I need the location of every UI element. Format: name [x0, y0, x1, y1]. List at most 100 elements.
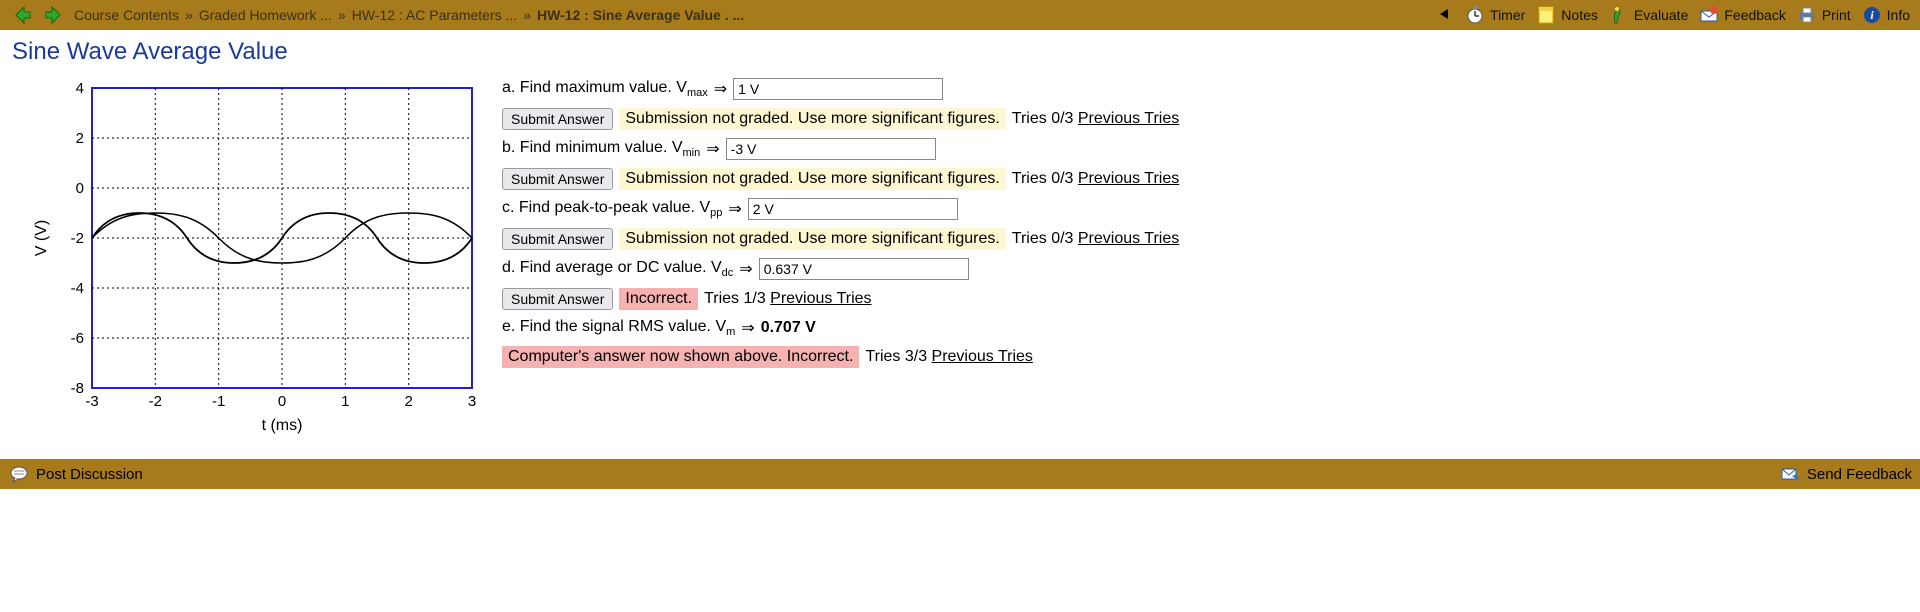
answer-shown-e: 0.707 V — [761, 319, 816, 337]
nav-forward-button[interactable] — [40, 1, 68, 29]
question-a: a. Find maximum value. Vmax ⇒ — [502, 78, 1908, 100]
arrow-icon: ⇒ — [714, 79, 727, 99]
send-feedback-button[interactable]: Send Feedback — [1779, 463, 1912, 485]
tries-d: Tries 1/3 Previous Tries — [704, 290, 871, 308]
evaluate-label: Evaluate — [1634, 7, 1688, 23]
question-b: b. Find minimum value. Vmin ⇒ — [502, 138, 1908, 160]
sine-graph: 4 2 0 -2 -4 -6 -8 -3 -2 -1 0 1 2 3 — [12, 78, 482, 438]
xtick-3: 0 — [278, 393, 286, 410]
previous-tries-a[interactable]: Previous Tries — [1078, 110, 1179, 127]
ytick-4: -4 — [71, 280, 84, 297]
breadcrumb-item-2[interactable]: HW-12 : AC Parameters ... — [352, 7, 517, 23]
breadcrumb-item-0[interactable]: Course Contents — [74, 7, 179, 23]
discussion-icon — [8, 463, 30, 485]
prompt-d: d. Find average or DC value. Vdc — [502, 259, 733, 279]
notes-icon — [1535, 4, 1557, 26]
answer-input-c[interactable] — [748, 198, 958, 220]
prompt-b: b. Find minimum value. Vmin — [502, 139, 700, 159]
toolbar-play-icon[interactable] — [1438, 7, 1452, 24]
tries-b: Tries 0/3 Previous Tries — [1012, 170, 1179, 188]
arrow-icon: ⇒ — [739, 259, 752, 279]
page-title: Sine Wave Average Value — [0, 30, 1920, 78]
bottom-toolbar: Post Discussion Send Feedback — [0, 459, 1920, 489]
x-axis-label: t (ms) — [262, 417, 303, 434]
send-feedback-icon — [1779, 463, 1801, 485]
arrow-icon: ⇒ — [706, 139, 719, 159]
feedback-row-e: Computer's answer now shown above. Incor… — [502, 346, 1908, 368]
feedback-row-d: Submit Answer Incorrect. Tries 1/3 Previ… — [502, 288, 1908, 310]
status-c: Submission not graded. Use more signific… — [619, 228, 1005, 250]
xtick-1: -2 — [149, 393, 162, 410]
print-button[interactable]: Print — [1796, 4, 1851, 26]
feedback-button[interactable]: Feedback — [1698, 4, 1785, 26]
breadcrumb-sep: » — [338, 7, 346, 23]
previous-tries-b[interactable]: Previous Tries — [1078, 170, 1179, 187]
breadcrumb: Course Contents » Graded Homework ... » … — [74, 7, 744, 23]
status-d: Incorrect. — [619, 288, 698, 310]
question-e: e. Find the signal RMS value. Vm ⇒ 0.707… — [502, 318, 1908, 338]
evaluate-icon — [1608, 4, 1630, 26]
print-icon — [1796, 4, 1818, 26]
timer-icon — [1464, 4, 1486, 26]
ytick-5: -6 — [71, 330, 84, 347]
prompt-e: e. Find the signal RMS value. Vm — [502, 318, 735, 338]
info-label: Info — [1887, 7, 1910, 23]
arrow-icon: ⇒ — [741, 318, 754, 338]
print-label: Print — [1822, 7, 1851, 23]
send-feedback-label: Send Feedback — [1807, 466, 1912, 483]
tries-e: Tries 3/3 Previous Tries — [865, 348, 1032, 366]
question-c: c. Find peak-to-peak value. Vpp ⇒ — [502, 198, 1908, 220]
questions-panel: a. Find maximum value. Vmax ⇒ Submit Ans… — [502, 78, 1908, 376]
timer-button[interactable]: Timer — [1464, 4, 1525, 26]
notes-label: Notes — [1561, 7, 1598, 23]
submit-button-a[interactable]: Submit Answer — [502, 108, 613, 130]
xtick-0: -3 — [85, 393, 98, 410]
submit-button-c[interactable]: Submit Answer — [502, 228, 613, 250]
answer-input-a[interactable] — [733, 78, 943, 100]
arrow-icon: ⇒ — [728, 199, 741, 219]
xtick-5: 2 — [405, 393, 413, 410]
submit-button-b[interactable]: Submit Answer — [502, 168, 613, 190]
top-toolbar: Course Contents » Graded Homework ... » … — [0, 0, 1920, 30]
ytick-6: -8 — [71, 380, 84, 397]
xtick-2: -1 — [212, 393, 225, 410]
prompt-c: c. Find peak-to-peak value. Vpp — [502, 199, 722, 219]
timer-label: Timer — [1490, 7, 1525, 23]
post-discussion-label: Post Discussion — [36, 466, 143, 483]
feedback-row-c: Submit Answer Submission not graded. Use… — [502, 228, 1908, 250]
previous-tries-d[interactable]: Previous Tries — [770, 290, 871, 307]
answer-input-d[interactable] — [759, 258, 969, 280]
info-button[interactable]: i Info — [1861, 4, 1910, 26]
status-e: Computer's answer now shown above. Incor… — [502, 346, 859, 368]
content-area: 4 2 0 -2 -4 -6 -8 -3 -2 -1 0 1 2 3 — [0, 78, 1920, 459]
ytick-1: 2 — [76, 130, 84, 147]
submit-button-d[interactable]: Submit Answer — [502, 288, 613, 310]
answer-input-b[interactable] — [726, 138, 936, 160]
notes-button[interactable]: Notes — [1535, 4, 1598, 26]
status-a: Submission not graded. Use more signific… — [619, 108, 1005, 130]
breadcrumb-current: HW-12 : Sine Average Value . ... — [537, 7, 744, 23]
y-axis-label: V (V) — [33, 220, 50, 256]
ytick-3: -2 — [71, 230, 84, 247]
nav-back-button[interactable] — [8, 1, 36, 29]
previous-tries-e[interactable]: Previous Tries — [932, 348, 1033, 365]
question-d: d. Find average or DC value. Vdc ⇒ — [502, 258, 1908, 280]
breadcrumb-sep: » — [185, 7, 193, 23]
xtick-6: 3 — [468, 393, 476, 410]
feedback-row-b: Submit Answer Submission not graded. Use… — [502, 168, 1908, 190]
previous-tries-c[interactable]: Previous Tries — [1078, 230, 1179, 247]
prompt-a: a. Find maximum value. Vmax — [502, 79, 708, 99]
status-b: Submission not graded. Use more signific… — [619, 168, 1005, 190]
info-icon: i — [1861, 4, 1883, 26]
post-discussion-button[interactable]: Post Discussion — [8, 463, 143, 485]
breadcrumb-item-1[interactable]: Graded Homework ... — [199, 7, 332, 23]
ytick-2: 0 — [76, 180, 84, 197]
feedback-label: Feedback — [1724, 7, 1785, 23]
feedback-row-a: Submit Answer Submission not graded. Use… — [502, 108, 1908, 130]
graph-container: 4 2 0 -2 -4 -6 -8 -3 -2 -1 0 1 2 3 — [12, 78, 482, 441]
xtick-4: 1 — [341, 393, 349, 410]
ytick-0: 4 — [76, 80, 84, 97]
feedback-icon — [1698, 4, 1720, 26]
tries-c: Tries 0/3 Previous Tries — [1012, 230, 1179, 248]
evaluate-button[interactable]: Evaluate — [1608, 4, 1688, 26]
